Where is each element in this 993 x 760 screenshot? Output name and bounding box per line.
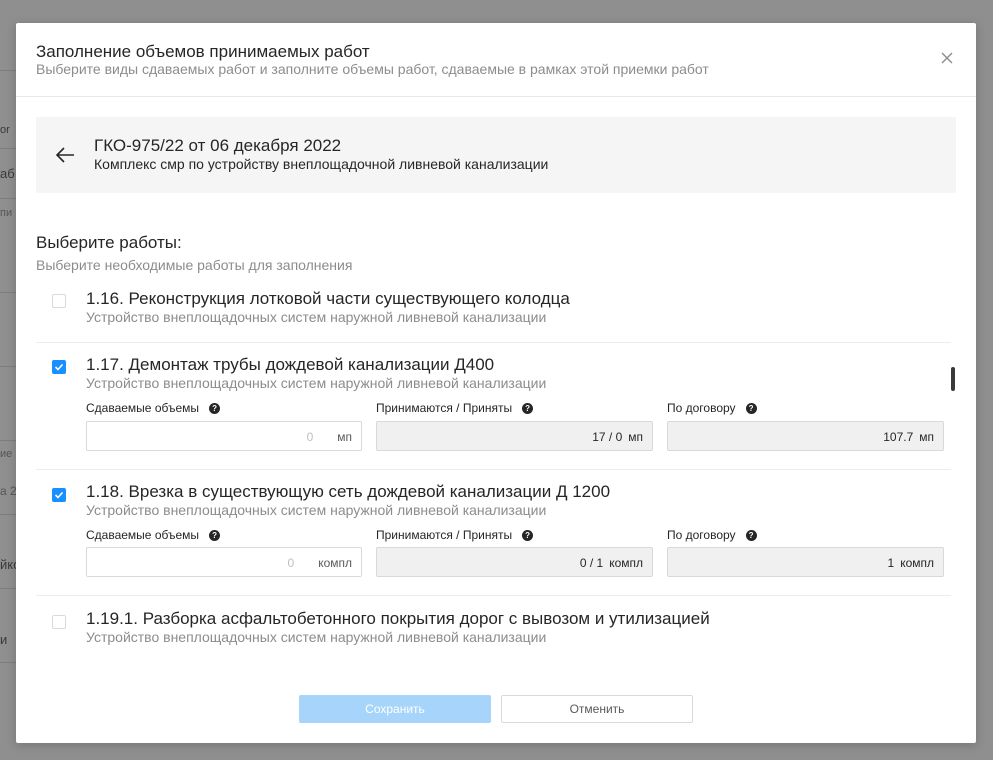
contract-volume-field: 1 компл bbox=[667, 547, 944, 577]
close-button[interactable] bbox=[938, 49, 956, 67]
work-checkbox[interactable] bbox=[52, 294, 66, 308]
list-scrollbar[interactable] bbox=[951, 367, 955, 391]
accepted-label: Принимаются / Приняты? bbox=[376, 401, 534, 415]
help-icon[interactable]: ? bbox=[522, 530, 534, 541]
section-subtitle: Выберите необходимые работы для заполнен… bbox=[36, 257, 353, 273]
accepted-value: 17 / 0 bbox=[592, 430, 623, 444]
bg-fragment: пи bbox=[0, 207, 13, 219]
bg-fragment: аб bbox=[0, 166, 15, 181]
accepted-volume-field: 17 / 0 мп bbox=[376, 421, 653, 451]
work-item: 1.17. Демонтаж трубы дождевой канализаци… bbox=[36, 343, 951, 470]
help-icon[interactable]: ? bbox=[209, 403, 221, 414]
bg-divider bbox=[0, 514, 16, 515]
contract-subtitle: Комплекс смр по устройству внеплощадочно… bbox=[94, 156, 549, 172]
submitted-label: Сдаваемые объемы? bbox=[86, 401, 221, 415]
help-icon[interactable]: ? bbox=[209, 530, 221, 541]
contract-value: 107.7 bbox=[883, 430, 914, 444]
contract-card: ГКО-975/22 от 06 декабря 2022 Комплекс с… bbox=[36, 117, 956, 193]
bg-fragment: а 2 bbox=[0, 484, 17, 498]
bg-divider bbox=[0, 588, 16, 589]
unit-label: мп bbox=[628, 430, 643, 444]
accepted-label: Принимаются / Приняты? bbox=[376, 528, 534, 542]
submitted-volume-input[interactable]: 0 компл bbox=[86, 547, 362, 577]
work-subtitle: Устройство внеплощадочных систем наружно… bbox=[86, 375, 547, 391]
work-item: 1.19.1. Разборка асфальтобетонного покры… bbox=[36, 596, 951, 648]
unit-label: компл bbox=[318, 556, 352, 570]
bg-divider bbox=[0, 292, 16, 293]
work-checkbox[interactable] bbox=[52, 488, 66, 502]
bg-divider bbox=[0, 662, 16, 663]
help-icon[interactable]: ? bbox=[745, 403, 757, 414]
work-item: 1.16. Реконструкция лотковой части сущес… bbox=[36, 278, 951, 343]
unit-label: мп bbox=[337, 430, 352, 444]
contract-volume-field: 107.7 мп bbox=[667, 421, 944, 451]
help-icon[interactable]: ? bbox=[522, 403, 534, 414]
work-title: 1.16. Реконструкция лотковой части сущес… bbox=[86, 289, 570, 308]
unit-label: мп bbox=[919, 430, 934, 444]
unit-label: компл bbox=[609, 556, 643, 570]
submitted-label: Сдаваемые объемы? bbox=[86, 528, 221, 542]
accepted-value: 0 / 1 bbox=[579, 556, 604, 570]
contract-value: 1 bbox=[887, 556, 895, 570]
bg-divider bbox=[0, 70, 16, 71]
unit-label: компл bbox=[900, 556, 934, 570]
modal-subtitle: Выберите виды сдаваемых работ и заполнит… bbox=[36, 61, 709, 77]
bg-divider bbox=[0, 366, 16, 367]
input-placeholder: 0 bbox=[287, 556, 295, 570]
bg-fragment: и bbox=[0, 632, 8, 647]
contract-label: По договору? bbox=[667, 528, 757, 542]
bg-fragment: оr bbox=[0, 124, 10, 136]
close-icon bbox=[941, 52, 953, 64]
cancel-button[interactable]: Отменить bbox=[501, 695, 693, 723]
check-icon bbox=[54, 363, 64, 371]
fill-volumes-modal: Заполнение объемов принимаемых работ Выб… bbox=[16, 23, 976, 743]
work-checkbox[interactable] bbox=[52, 615, 66, 629]
work-subtitle: Устройство внеплощадочных систем наружно… bbox=[86, 629, 547, 645]
work-subtitle: Устройство внеплощадочных систем наружно… bbox=[86, 309, 547, 325]
contract-label: По договору? bbox=[667, 401, 757, 415]
accepted-volume-field: 0 / 1 компл bbox=[376, 547, 653, 577]
section-title: Выберите работы: bbox=[36, 233, 182, 252]
arrow-left-icon[interactable] bbox=[54, 144, 76, 166]
save-button[interactable]: Сохранить bbox=[299, 695, 491, 723]
work-title: 1.19.1. Разборка асфальтобетонного покры… bbox=[86, 609, 710, 628]
help-icon[interactable]: ? bbox=[745, 530, 757, 541]
work-subtitle: Устройство внеплощадочных систем наружно… bbox=[86, 502, 547, 518]
check-icon bbox=[54, 491, 64, 499]
contract-title: ГКО-975/22 от 06 декабря 2022 bbox=[94, 136, 342, 155]
bg-fragment: ие bbox=[0, 448, 13, 460]
bg-divider bbox=[0, 440, 16, 441]
submitted-volume-input[interactable]: 0 мп bbox=[86, 421, 362, 451]
input-placeholder: 0 bbox=[306, 430, 314, 444]
work-checkbox[interactable] bbox=[52, 360, 66, 374]
work-item: 1.18. Врезка в существующую сеть дождево… bbox=[36, 470, 951, 596]
bg-divider bbox=[0, 148, 16, 149]
works-list[interactable]: 1.16. Реконструкция лотковой части сущес… bbox=[36, 278, 951, 648]
work-title: 1.17. Демонтаж трубы дождевой канализаци… bbox=[86, 355, 495, 374]
modal-title: Заполнение объемов принимаемых работ bbox=[36, 42, 370, 61]
work-title: 1.18. Врезка в существующую сеть дождево… bbox=[86, 482, 611, 501]
bg-divider bbox=[0, 198, 16, 199]
modal-header: Заполнение объемов принимаемых работ Выб… bbox=[16, 23, 976, 97]
